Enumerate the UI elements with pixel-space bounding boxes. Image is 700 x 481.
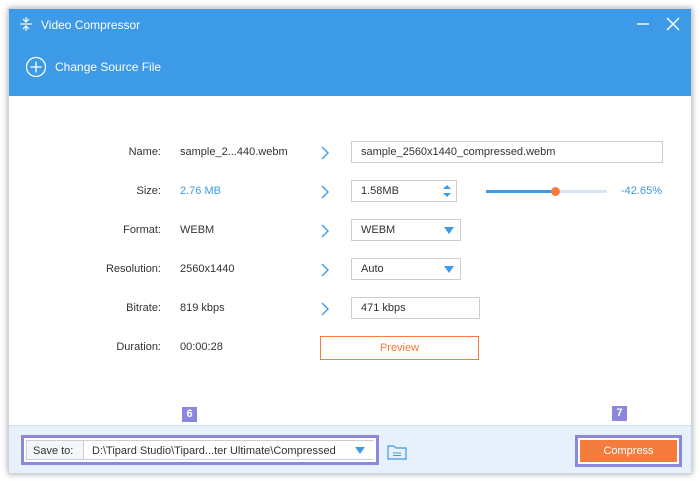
size-slider-thumb[interactable] (551, 187, 561, 196)
save-to-label: Save to: (33, 445, 74, 457)
window-title: Video Compressor (41, 18, 141, 32)
caret-down-icon (444, 227, 454, 234)
close-icon[interactable] (665, 16, 681, 32)
format-source-value: WEBM (180, 224, 215, 236)
chevron-right-icon (321, 224, 329, 238)
format-row: Format: WEBM WEBM (9, 219, 691, 243)
chevron-right-icon (321, 146, 329, 160)
size-row: Size: 2.76 MB 1.58MB -42.65% (9, 180, 691, 204)
bitrate-label: Bitrate: (126, 302, 161, 314)
settings-panel: Name: sample_2...440.webm sample_2560x14… (9, 96, 691, 425)
plus-circle-icon (25, 56, 47, 78)
output-size-value: 1.58MB (361, 185, 399, 197)
format-label: Format: (123, 224, 161, 236)
duration-row: Duration: 00:00:28 Preview (9, 336, 691, 360)
duration-label: Duration: (116, 341, 161, 353)
change-source-file-label: Change Source File (55, 60, 162, 74)
caret-down-icon (355, 447, 365, 454)
chevron-right-icon (321, 263, 329, 277)
format-selected-value: WEBM (361, 224, 396, 236)
compress-button[interactable]: Compress (580, 440, 677, 462)
footer-bar: Save to: D:\Tipard Studio\Tipard...ter U… (9, 425, 691, 473)
name-row: Name: sample_2...440.webm sample_2560x14… (9, 141, 691, 165)
resolution-label: Resolution: (105, 263, 161, 275)
size-label: Size: (136, 185, 161, 197)
change-source-file-button[interactable]: Change Source File (25, 56, 161, 78)
save-path-value: D:\Tipard Studio\Tipard...ter Ultimate\C… (92, 445, 336, 457)
resolution-row: Resolution: 2560x1440 Auto (9, 258, 691, 282)
output-name-value: sample_2560x1440_compressed.webm (361, 146, 556, 158)
resolution-select[interactable]: Auto (351, 258, 461, 280)
annotation-badge-6: 6 (180, 405, 199, 424)
resolution-source-value: 2560x1440 (180, 263, 235, 275)
duration-value: 00:00:28 (180, 341, 223, 353)
annotation-badge-7: 7 (610, 404, 629, 423)
chevron-right-icon (321, 185, 329, 199)
video-compressor-window: Video Compressor Change Source File Name… (8, 8, 692, 474)
folder-icon[interactable] (387, 443, 407, 460)
save-to-highlight: Save to: D:\Tipard Studio\Tipard...ter U… (21, 435, 379, 465)
size-source-value: 2.76 MB (180, 185, 221, 197)
name-source-value: sample_2...440.webm (180, 146, 288, 158)
caret-down-icon (444, 266, 454, 273)
output-name-input[interactable]: sample_2560x1440_compressed.webm (351, 141, 663, 163)
minimize-icon[interactable] (635, 16, 651, 32)
preview-button[interactable]: Preview (320, 336, 479, 360)
size-slider[interactable] (486, 187, 607, 196)
bitrate-row: Bitrate: 819 kbps 471 kbps (9, 297, 691, 321)
title-bar: Video Compressor (9, 9, 691, 40)
compress-app-icon (20, 17, 32, 31)
save-path-select[interactable]: D:\Tipard Studio\Tipard...ter Ultimate\C… (83, 441, 375, 459)
save-to-control: Save to: D:\Tipard Studio\Tipard...ter U… (26, 440, 375, 460)
output-size-stepper[interactable]: 1.58MB (351, 180, 457, 202)
name-label: Name: (128, 146, 161, 158)
header-bar: Change Source File (9, 40, 691, 96)
compress-highlight: Compress (575, 435, 682, 467)
format-select[interactable]: WEBM (351, 219, 461, 241)
resolution-selected-value: Auto (361, 263, 384, 275)
bitrate-source-value: 819 kbps (180, 302, 225, 314)
size-percent: -42.65% (621, 185, 662, 197)
bitrate-output-value: 471 kbps (361, 302, 406, 314)
bitrate-input[interactable]: 471 kbps (351, 297, 480, 319)
size-slider-fill (486, 190, 556, 193)
chevron-right-icon (321, 302, 329, 316)
spinner-arrows-icon[interactable] (442, 183, 452, 199)
